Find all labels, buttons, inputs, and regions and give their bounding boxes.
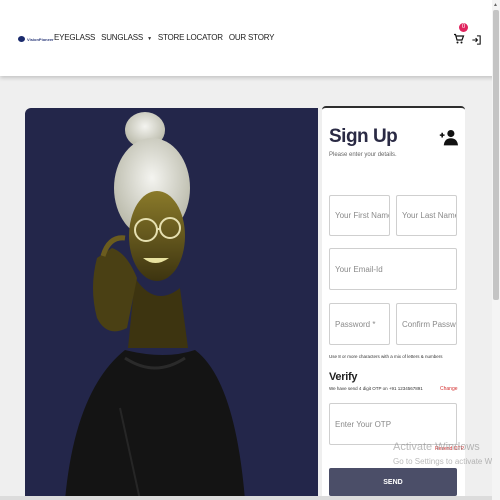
last-name-field[interactable]	[396, 195, 457, 236]
login-button[interactable]	[471, 33, 482, 45]
scroll-up-icon[interactable]: ▲	[493, 2, 498, 8]
change-number-link[interactable]: Change	[440, 386, 458, 392]
verify-heading: Verify	[329, 371, 358, 383]
site-header: VisionPioneer EYEGLASS SUNGLASS ▼ STORE L…	[0, 0, 497, 76]
send-button[interactable]: SEND	[329, 468, 457, 496]
otp-field[interactable]	[329, 403, 457, 445]
email-field[interactable]	[329, 248, 457, 290]
nav-eyeglass[interactable]: EYEGLASS	[54, 33, 95, 42]
add-user-icon	[439, 129, 458, 146]
cart-count-badge: 0	[459, 23, 468, 32]
scroll-thumb[interactable]	[493, 10, 499, 300]
first-name-field[interactable]	[329, 195, 390, 236]
cart-icon	[454, 33, 465, 44]
nav-sunglass[interactable]: SUNGLASS ▼	[101, 33, 152, 42]
otp-message: We have send 4 digit OTP on +91 12345678…	[329, 386, 423, 391]
nav-our-story[interactable]: OUR STORY	[229, 33, 275, 42]
nav-store-locator[interactable]: STORE LOCATOR	[158, 33, 223, 42]
chevron-down-icon: ▼	[147, 36, 152, 42]
brand-logo[interactable]: VisionPioneer	[18, 36, 54, 42]
nav-sunglass-label: SUNGLASS	[101, 33, 144, 42]
hero-image	[25, 108, 318, 500]
windows-watermark-subtitle: Go to Settings to activate Windows.	[393, 457, 500, 466]
password-hint: Use 8 or more characters with a mix of l…	[329, 354, 443, 359]
password-field[interactable]	[329, 303, 390, 345]
login-icon	[472, 35, 481, 45]
bottom-strip	[0, 496, 492, 500]
page-subtitle: Please enter your details.	[329, 152, 397, 158]
logo-mark-icon	[18, 36, 25, 42]
cart-button[interactable]: 0	[453, 23, 468, 46]
main-nav: EYEGLASS SUNGLASS ▼ STORE LOCATOR OUR STO…	[54, 33, 280, 42]
confirm-password-field[interactable]	[396, 303, 457, 345]
page-title: Sign Up	[329, 126, 398, 147]
model-portrait-image	[65, 112, 245, 500]
page-scrollbar[interactable]: ▲	[492, 0, 500, 500]
windows-watermark-title: Activate Windows	[393, 441, 480, 453]
logo-text: VisionPioneer	[27, 36, 54, 42]
